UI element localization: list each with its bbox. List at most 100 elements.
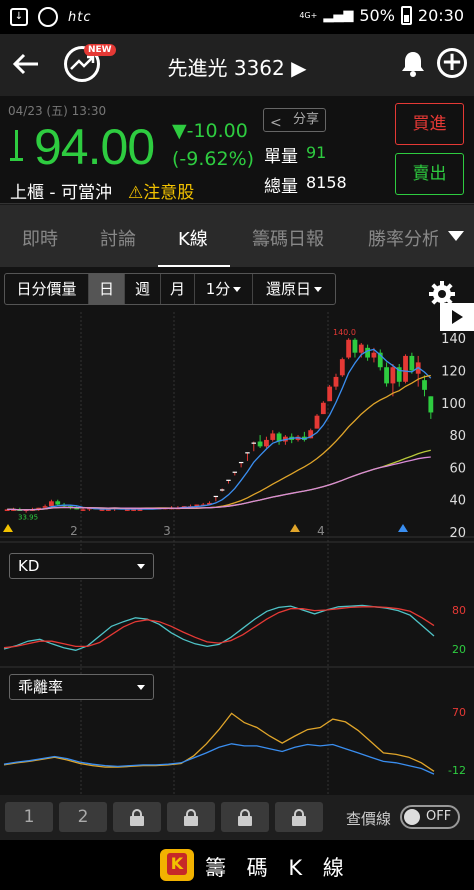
minute-select-label: 1分 xyxy=(205,280,231,298)
htc-logo-icon xyxy=(38,7,58,27)
battery-percent: 50% xyxy=(359,6,395,25)
toggle-knob xyxy=(404,809,420,825)
caret-down-icon xyxy=(314,287,322,292)
sell-button[interactable]: 賣出 xyxy=(395,153,464,195)
signal-marker xyxy=(398,524,408,532)
period-minute-select[interactable]: 1分 xyxy=(195,274,253,304)
candle-body xyxy=(327,386,333,402)
period-week[interactable]: 週 xyxy=(125,274,161,304)
download-icon: ↓ xyxy=(10,8,28,26)
price-axis-label: 120 xyxy=(441,364,466,379)
candle-body xyxy=(333,376,339,387)
price-change-pct: (-9.62%) xyxy=(172,148,255,170)
slot-2-button[interactable]: 2 xyxy=(59,802,107,832)
charts-canvas[interactable]: 140 120 100 80 60 40 20 2 3 4 140.0 33.95 80 20 70 -12 xyxy=(0,267,474,795)
candle-body xyxy=(422,380,427,390)
buy-button[interactable]: 買進 xyxy=(395,103,464,145)
bias-axis-label: 70 xyxy=(452,706,466,719)
app-bar: NEW 先進光 3362 ▶ + xyxy=(0,34,474,96)
candle-body xyxy=(55,501,61,505)
unit-volume-value: 91 xyxy=(306,143,327,162)
down-arrow-icon xyxy=(10,130,24,164)
high-annotation: 140.0 xyxy=(333,328,356,337)
period-day[interactable]: 日 xyxy=(89,274,125,304)
candle-body xyxy=(314,415,320,429)
share-button[interactable]: < 分享 xyxy=(263,108,326,132)
chart-toolbar: 日分價量 日 週 月 1分 還原日 xyxy=(4,273,336,305)
locked-slot-button[interactable] xyxy=(221,802,269,832)
lock-icon xyxy=(238,809,252,826)
candle-body xyxy=(346,339,352,358)
lock-icon xyxy=(130,809,144,826)
candle-body xyxy=(409,355,415,371)
tab-chip-daily[interactable]: 籌碼日報 xyxy=(252,225,324,251)
locked-slot-button[interactable] xyxy=(167,802,215,832)
bell-icon[interactable] xyxy=(400,50,426,78)
kd-indicator-select[interactable]: KD xyxy=(9,553,154,579)
tab-kline[interactable]: K線 xyxy=(178,225,208,251)
caret-down-icon xyxy=(233,287,242,292)
slot-1-button[interactable]: 1 xyxy=(5,802,53,832)
price-axis-label: 20 xyxy=(449,526,466,541)
bias-line xyxy=(3,712,435,772)
bias-indicator-label: 乖離率 xyxy=(18,678,64,696)
period-daily-volume[interactable]: 日分價量 xyxy=(5,274,89,304)
candle-body xyxy=(352,339,358,353)
low-annotation: 33.95 xyxy=(18,513,38,521)
total-volume-value: 8158 xyxy=(306,173,347,192)
last-price: 94.00 xyxy=(34,119,155,175)
candle-body xyxy=(80,509,86,511)
bias-line xyxy=(3,743,435,775)
candle-body xyxy=(339,359,345,376)
logo-letter: K xyxy=(167,853,187,875)
bias-indicator-select[interactable]: 乖離率 xyxy=(9,674,154,700)
candle-body xyxy=(365,347,371,358)
market-label: 上櫃 - 可當沖 xyxy=(10,183,112,203)
date-axis-label: 4 xyxy=(317,524,325,538)
tab-more-button[interactable] xyxy=(438,205,474,267)
tab-discussion[interactable]: 討論 xyxy=(100,225,136,251)
locked-slot-button[interactable] xyxy=(113,802,161,832)
brand-label: htc xyxy=(68,9,92,25)
battery-icon xyxy=(400,6,412,25)
signal-marker xyxy=(290,524,300,532)
quote-panel: 04/23 (五) 13:30 94.00 ▼-10.00 (-9.62%) 上… xyxy=(0,96,474,204)
tab-bar: 即時 討論 K線 籌碼日報 勝率分析 xyxy=(0,205,474,267)
price-line-label: 查價線 xyxy=(346,810,392,828)
tab-realtime[interactable]: 即時 xyxy=(22,225,58,251)
candle-body xyxy=(264,439,269,447)
period-month[interactable]: 月 xyxy=(161,274,195,304)
candle-body xyxy=(371,352,377,358)
footer-title: 籌 碼 K 線 xyxy=(205,856,351,880)
kd-indicator-label: KD xyxy=(18,557,40,575)
unit-volume-label: 單量 xyxy=(264,147,298,167)
locked-slot-button[interactable] xyxy=(275,802,323,832)
adjust-select-label: 還原日 xyxy=(265,280,311,298)
footer-banner: K 籌 碼 K 線 xyxy=(0,840,474,890)
candle-body xyxy=(358,344,364,353)
moving-average-line xyxy=(7,374,431,511)
adjust-select[interactable]: 還原日 xyxy=(253,274,335,304)
candle-body xyxy=(428,396,434,413)
bias-axis-label: -12 xyxy=(448,764,466,777)
kd-axis-label: 20 xyxy=(452,643,466,656)
tab-win-rate[interactable]: 勝率分析 xyxy=(368,225,440,251)
price-axis-label: 80 xyxy=(449,429,466,444)
price-line-toggle[interactable]: OFF xyxy=(400,805,460,829)
add-icon[interactable]: + xyxy=(437,48,467,78)
price-axis-label: 60 xyxy=(449,461,466,476)
candle-body xyxy=(384,367,389,384)
price-axis-label: 140 xyxy=(441,332,466,347)
clock: 20:30 xyxy=(417,6,464,25)
warning-label[interactable]: ⚠注意股 xyxy=(128,178,194,203)
caret-down-icon xyxy=(137,685,145,690)
date-axis-label: 3 xyxy=(163,524,171,538)
price-axis-label: 40 xyxy=(449,494,466,509)
caret-down-icon xyxy=(448,231,464,241)
signal-icon: ▂▄▆ xyxy=(323,8,354,23)
quote-datetime: 04/23 (五) 13:30 xyxy=(8,104,107,118)
play-icon[interactable] xyxy=(440,303,474,331)
share-label: 分享 xyxy=(292,112,319,127)
candle-body xyxy=(403,355,408,382)
price-change: ▼-10.00 xyxy=(172,120,248,142)
